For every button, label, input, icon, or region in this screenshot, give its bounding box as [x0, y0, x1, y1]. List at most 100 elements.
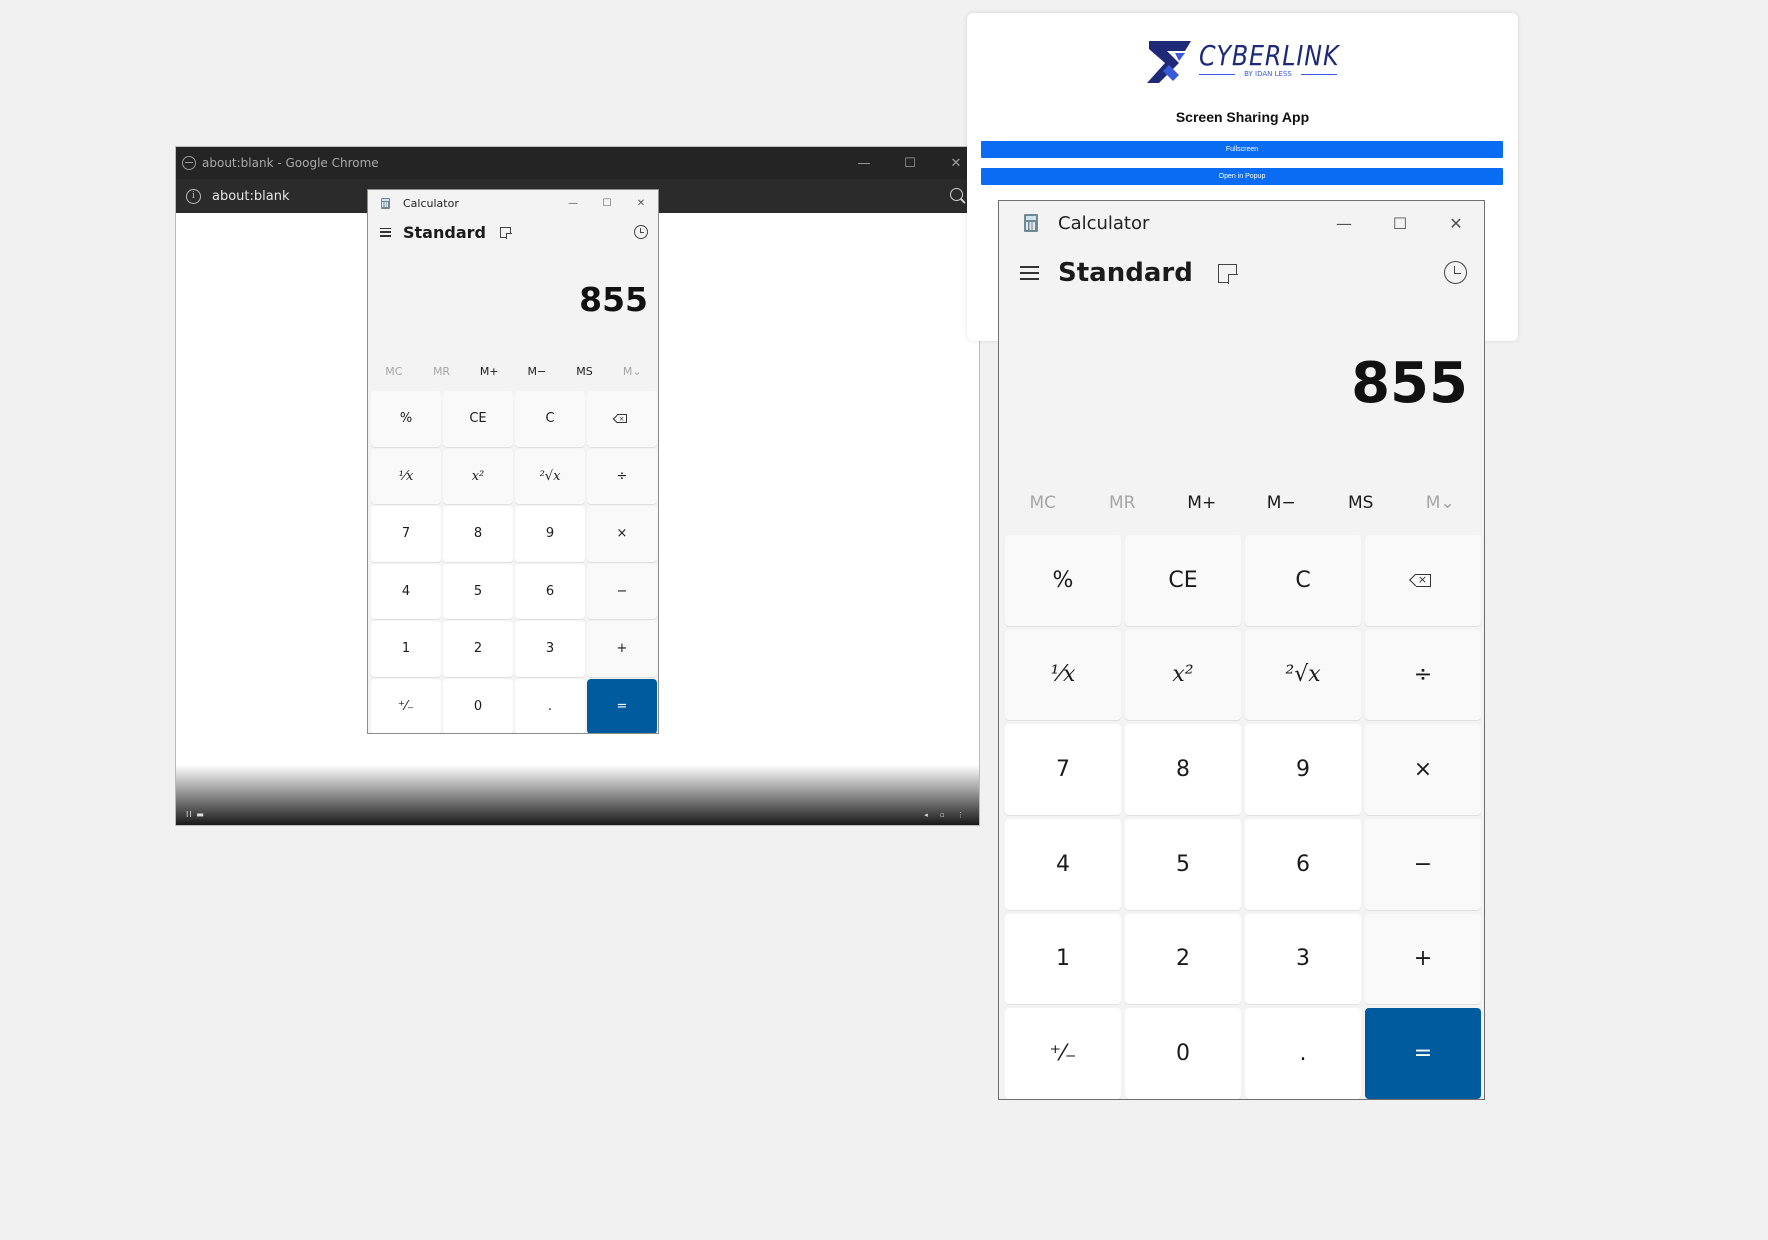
chrome-titlebar[interactable]: about:blank - Google Chrome — ☐ ✕: [176, 147, 979, 179]
calculator-title: Calculator: [403, 196, 459, 210]
subtract-key[interactable]: −: [1365, 818, 1481, 910]
multiply-key[interactable]: ×: [1365, 724, 1481, 815]
hamburger-icon[interactable]: [380, 227, 391, 237]
memory-store-button[interactable]: MS: [561, 365, 609, 378]
decimal-key[interactable]: .: [515, 678, 585, 733]
memory-subtract-button[interactable]: M−: [513, 365, 561, 378]
video-play-controls[interactable]: II ▬: [186, 810, 205, 819]
calculator-minimize-button[interactable]: —: [556, 190, 590, 216]
digit-1-key[interactable]: 1: [1005, 913, 1121, 1005]
decimal-key[interactable]: .: [1245, 1008, 1361, 1099]
history-icon[interactable]: [1444, 261, 1467, 284]
memory-clear-button[interactable]: MC: [370, 365, 418, 378]
video-overlay: [176, 765, 979, 825]
divide-key[interactable]: ÷: [1365, 629, 1481, 721]
memory-list-button[interactable]: M⌄: [608, 365, 656, 378]
digit-7-key[interactable]: 7: [1005, 724, 1121, 815]
square-label: x²: [471, 468, 485, 484]
open-in-popup-button[interactable]: Open in Popup: [981, 168, 1503, 185]
digit-1-key[interactable]: 1: [371, 621, 441, 677]
digit-4-key[interactable]: 4: [371, 563, 441, 619]
memory-clear-button[interactable]: MC: [1003, 493, 1083, 513]
chrome-minimize-button[interactable]: —: [841, 147, 887, 179]
digit-0-key[interactable]: 0: [443, 678, 513, 733]
square-root-key[interactable]: ²√x: [1245, 629, 1361, 721]
multiply-key[interactable]: ×: [587, 506, 657, 562]
digit-5-key[interactable]: 5: [1125, 818, 1241, 910]
reciprocal-key[interactable]: ¹⁄x: [371, 448, 441, 504]
digit-2-key[interactable]: 2: [443, 621, 513, 677]
chrome-maximize-button[interactable]: ☐: [887, 147, 933, 179]
digit-3-key[interactable]: 3: [1245, 913, 1361, 1005]
digit-8-key[interactable]: 8: [443, 506, 513, 562]
memory-store-button[interactable]: MS: [1321, 493, 1401, 513]
chrome-window-controls: — ☐ ✕: [841, 147, 979, 179]
info-icon[interactable]: i: [186, 188, 201, 204]
calculator-close-button[interactable]: ✕: [624, 190, 658, 216]
reciprocal-label: ¹⁄x: [398, 468, 414, 484]
add-key[interactable]: +: [587, 621, 657, 677]
clear-key[interactable]: C: [1245, 535, 1361, 626]
memory-recall-button[interactable]: MR: [1083, 493, 1163, 513]
square-root-key[interactable]: ²√x: [515, 448, 585, 504]
calculator-titlebar[interactable]: Calculator — ☐ ✕: [999, 201, 1484, 245]
calculator-titlebar[interactable]: Calculator — ☐ ✕: [368, 190, 658, 216]
calculator-mode: Standard: [403, 222, 486, 242]
square-key[interactable]: x²: [443, 448, 513, 504]
digit-9-key[interactable]: 9: [515, 506, 585, 562]
history-icon[interactable]: [634, 225, 648, 239]
negate-key[interactable]: ⁺⁄₋: [1005, 1008, 1121, 1099]
clear-entry-key[interactable]: CE: [1125, 535, 1241, 626]
calculator-maximize-button[interactable]: ☐: [590, 190, 624, 216]
video-extra-controls[interactable]: ◂ ▫ ⋮: [924, 811, 969, 819]
calculator-minimize-button[interactable]: —: [1316, 201, 1372, 245]
equals-key[interactable]: =: [1365, 1008, 1481, 1099]
chrome-url[interactable]: about:blank: [212, 189, 290, 204]
calculator-display: 855: [579, 280, 648, 319]
cyberlink-logo-icon: [1147, 41, 1191, 83]
hamburger-icon[interactable]: [1020, 266, 1039, 280]
zoom-icon[interactable]: [950, 188, 963, 201]
keep-on-top-icon[interactable]: [1217, 263, 1238, 284]
digit-2-key[interactable]: 2: [1125, 913, 1241, 1005]
negate-key[interactable]: ⁺⁄₋: [371, 678, 441, 733]
clear-entry-key[interactable]: CE: [443, 391, 513, 447]
backspace-key[interactable]: [587, 391, 657, 447]
memory-list-button[interactable]: M⌄: [1401, 493, 1481, 513]
square-key[interactable]: x²: [1125, 629, 1241, 721]
cyberlink-logo-subtitle: BY IDAN LESS: [1199, 70, 1337, 78]
digit-7-key[interactable]: 7: [371, 506, 441, 562]
subtract-key[interactable]: −: [587, 563, 657, 619]
cyberlink-logo: CYBERLINK BY IDAN LESS: [1145, 39, 1345, 85]
digit-5-key[interactable]: 5: [443, 563, 513, 619]
calculator-close-button[interactable]: ✕: [1428, 201, 1484, 245]
percent-key[interactable]: %: [1005, 535, 1121, 626]
memory-subtract-button[interactable]: M−: [1242, 493, 1322, 513]
calculator-maximize-button[interactable]: ☐: [1372, 201, 1428, 245]
digit-6-key[interactable]: 6: [515, 563, 585, 619]
divide-key[interactable]: ÷: [587, 448, 657, 504]
reciprocal-key[interactable]: ¹⁄x: [1005, 629, 1121, 721]
fullscreen-button[interactable]: Fullscreen: [981, 141, 1503, 158]
digit-8-key[interactable]: 8: [1125, 724, 1241, 815]
equals-key[interactable]: =: [587, 678, 657, 733]
digit-3-key[interactable]: 3: [515, 621, 585, 677]
digit-0-key[interactable]: 0: [1125, 1008, 1241, 1099]
digit-6-key[interactable]: 6: [1245, 818, 1361, 910]
calculator-window-small: Calculator — ☐ ✕ Standard 855 MC MR M+ M…: [367, 189, 659, 734]
backspace-icon: [1415, 573, 1431, 587]
add-key[interactable]: +: [1365, 913, 1481, 1005]
calculator-window-controls: — ☐ ✕: [1316, 201, 1484, 245]
backspace-key[interactable]: [1365, 535, 1481, 626]
globe-icon: [182, 156, 196, 170]
memory-add-button[interactable]: M+: [465, 365, 513, 378]
cyberlink-logo-text: CYBERLINK: [1199, 39, 1340, 72]
memory-recall-button[interactable]: MR: [418, 365, 466, 378]
square-label: x²: [1172, 662, 1194, 688]
percent-key[interactable]: %: [371, 391, 441, 447]
clear-key[interactable]: C: [515, 391, 585, 447]
digit-9-key[interactable]: 9: [1245, 724, 1361, 815]
keep-on-top-icon[interactable]: [499, 226, 512, 239]
memory-add-button[interactable]: M+: [1162, 493, 1242, 513]
digit-4-key[interactable]: 4: [1005, 818, 1121, 910]
